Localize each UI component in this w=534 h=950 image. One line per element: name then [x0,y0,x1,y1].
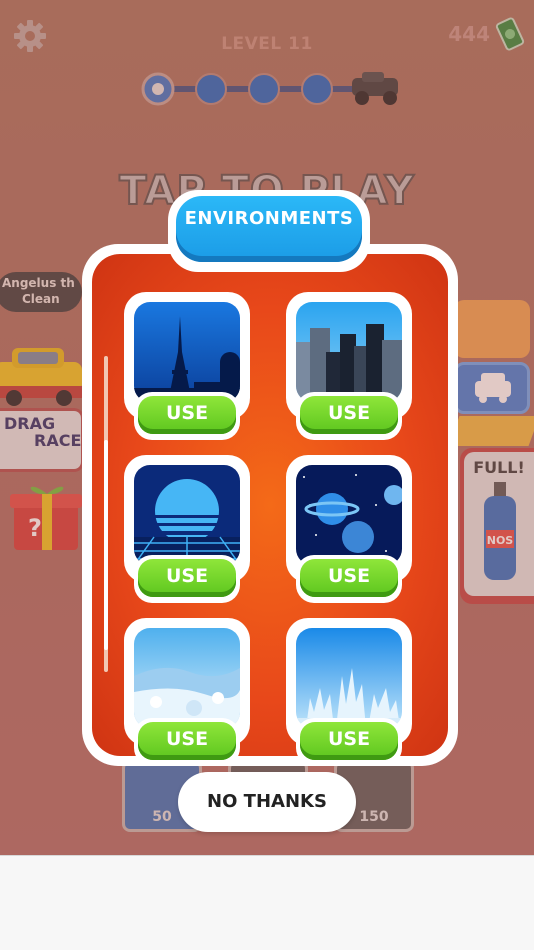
use-button-paris[interactable]: USE [134,392,240,440]
use-button-snow[interactable]: USE [134,718,240,766]
bottom-ad-banner-area [0,855,534,950]
environments-title: ENVIRONMENTS [176,196,362,262]
use-button-city[interactable]: USE [296,392,402,440]
use-button-underwater[interactable]: USE [296,718,402,766]
paris-thumbnail [134,302,240,402]
city-thumbnail [296,302,402,402]
environment-card-snow[interactable]: USE [124,618,250,766]
environment-card-space[interactable]: USE [286,455,412,603]
no-thanks-button[interactable]: NO THANKS [178,772,356,832]
panel-scrollbar-thumb[interactable] [104,440,108,650]
environment-card-synthwave[interactable]: USE [124,455,250,603]
synthwave-thumbnail [134,465,240,565]
use-button-synthwave[interactable]: USE [134,555,240,603]
space-thumbnail [296,465,402,565]
underwater-thumbnail [296,628,402,728]
environment-card-underwater[interactable]: USE [286,618,412,766]
environment-card-city[interactable]: USE [286,292,412,440]
snow-thumbnail [134,628,240,728]
environment-card-paris[interactable]: USE [124,292,250,440]
use-button-space[interactable]: USE [296,555,402,603]
